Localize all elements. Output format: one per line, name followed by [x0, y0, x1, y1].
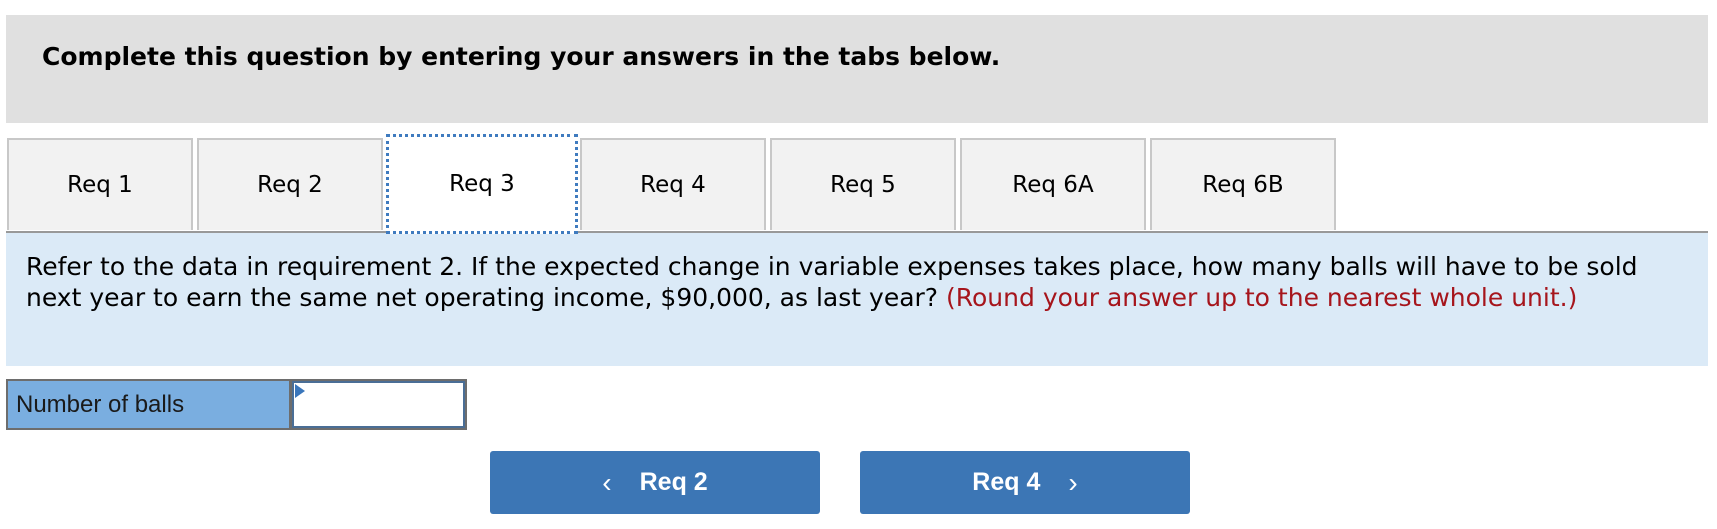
tab-req-1[interactable]: Req 1 — [7, 138, 193, 230]
next-req-label: Req 4 — [972, 468, 1041, 496]
prev-req-button[interactable]: ‹ Req 2 — [490, 451, 820, 514]
chevron-left-icon: ‹ — [602, 466, 612, 498]
next-req-button[interactable]: Req 4 › — [860, 451, 1190, 514]
question-panel: Refer to the data in requirement 2. If t… — [6, 233, 1708, 366]
number-of-balls-input[interactable] — [294, 383, 463, 426]
prev-req-label: Req 2 — [639, 468, 708, 496]
tab-req-6a[interactable]: Req 6A — [960, 138, 1146, 230]
rounding-hint: (Round your answer up to the nearest who… — [946, 283, 1578, 312]
input-marker-icon — [295, 384, 305, 398]
requirement-tabs: Req 1 Req 2 Req 3 Req 4 Req 5 Req 6A Req… — [0, 134, 1717, 234]
chevron-right-icon: › — [1068, 466, 1078, 498]
tab-req-5[interactable]: Req 5 — [770, 138, 956, 230]
answer-label: Number of balls — [6, 379, 290, 430]
tab-req-3[interactable]: Req 3 — [386, 134, 578, 234]
answer-input-container — [290, 379, 467, 430]
question-text: Refer to the data in requirement 2. If t… — [26, 251, 1666, 313]
instruction-header: Complete this question by entering your … — [6, 15, 1708, 123]
tab-req-2[interactable]: Req 2 — [197, 138, 383, 230]
instruction-title: Complete this question by entering your … — [42, 42, 1001, 71]
tab-req-4[interactable]: Req 4 — [580, 138, 766, 230]
tab-req-6b[interactable]: Req 6B — [1150, 138, 1336, 230]
